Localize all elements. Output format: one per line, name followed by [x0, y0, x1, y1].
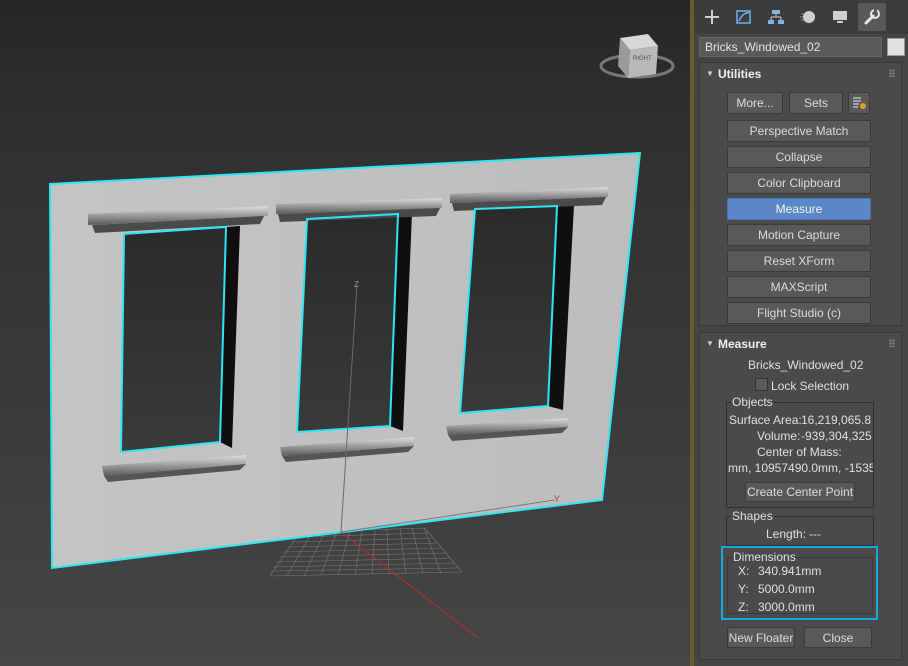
perspective-match-button[interactable]: Perspective Match	[727, 120, 871, 142]
tab-motion[interactable]	[794, 3, 822, 31]
sets-button[interactable]: Sets	[789, 92, 843, 114]
view-cube-label: RIGHT	[633, 56, 652, 62]
utilities-rollout-header[interactable]: ▼ Utilities	[700, 63, 901, 85]
lock-selection-checkbox[interactable]	[755, 378, 768, 391]
utilities-title: Utilities	[718, 67, 762, 81]
motion-icon	[800, 11, 815, 23]
dimension-z-value: 3000.0mm	[758, 600, 815, 614]
configure-sets-icon	[853, 97, 866, 109]
collapse-arrow-icon: ▼	[706, 69, 714, 78]
scene-canvas[interactable]: Z Y RIGHT	[0, 0, 690, 666]
close-button[interactable]: Close	[804, 627, 872, 648]
tab-create[interactable]	[698, 3, 726, 31]
dimension-y-label: Y:	[738, 582, 749, 596]
measure-rollout-header[interactable]: ▼ Measure	[700, 333, 901, 355]
dimension-z-label: Z:	[738, 600, 749, 614]
center-of-mass-clip: mm, 10957490.0mm, -15359	[727, 461, 873, 477]
dimension-x-value: 340.941mm	[758, 564, 822, 578]
new-floater-button[interactable]: New Floater	[727, 627, 795, 648]
volume-label: Volume:	[757, 429, 801, 443]
hierarchy-icon	[768, 10, 784, 24]
measure-button[interactable]: Measure	[727, 198, 871, 220]
objects-group-title: Objects	[731, 395, 774, 409]
rollout-grip-icon[interactable]	[889, 339, 895, 347]
utilities-rollout: ▼ Utilities More... Sets Perspective Mat…	[699, 62, 902, 326]
length-value: ---	[809, 527, 821, 541]
surface-area-value: 16,219,065.8	[801, 413, 872, 427]
color-clipboard-button[interactable]: Color Clipboard	[727, 172, 871, 194]
motion-capture-button[interactable]: Motion Capture	[727, 224, 871, 246]
rollout-grip-icon[interactable]	[889, 69, 895, 77]
plus-icon	[705, 10, 719, 24]
command-panel: Bricks_Windowed_02 ▼ Utilities More... S…	[694, 0, 908, 666]
x-axis-line	[340, 531, 479, 639]
collapse-button[interactable]: Collapse	[727, 146, 871, 168]
measure-rollout: ▼ Measure Bricks_Windowed_02 Lock Select…	[699, 332, 902, 660]
measured-object-name: Bricks_Windowed_02	[748, 358, 864, 372]
shapes-group: Shapes Length: ---	[726, 509, 874, 546]
objects-group: Objects Surface Area: 16,219,065.8 Volum…	[726, 395, 874, 508]
tab-modify[interactable]	[730, 3, 758, 31]
modify-icon	[736, 10, 751, 24]
flight-studio-button[interactable]: Flight Studio (c)	[727, 302, 871, 324]
display-icon	[833, 11, 847, 23]
create-center-point-button[interactable]: Create Center Point	[745, 482, 855, 502]
center-of-mass-value: mm, 10957490.0mm, -15359	[728, 461, 873, 475]
view-cube[interactable]: RIGHT	[599, 34, 675, 79]
tab-hierarchy[interactable]	[762, 3, 790, 31]
tab-display[interactable]	[826, 3, 854, 31]
center-of-mass-label: Center of Mass:	[757, 445, 842, 459]
object-color-swatch[interactable]	[887, 38, 905, 56]
perspective-viewport[interactable]: Z Y RIGHT	[0, 0, 690, 666]
command-panel-tabs	[694, 0, 908, 34]
length-label: Length:	[766, 527, 807, 541]
maxscript-button[interactable]: MAXScript	[727, 276, 871, 298]
measure-title: Measure	[718, 337, 767, 351]
dimensions-group: Dimensions X: 340.941mm Y: 5000.0mm Z: 3…	[727, 550, 873, 614]
configure-button-sets[interactable]	[848, 92, 870, 114]
dimension-x-label: X:	[738, 564, 750, 578]
surface-area-label: Surface Area:	[729, 413, 802, 427]
dimension-y-value: 5000.0mm	[758, 582, 815, 596]
wrench-icon	[864, 9, 880, 25]
axis-label-y: Y	[554, 494, 560, 504]
dimensions-group-title: Dimensions	[732, 550, 797, 564]
reset-xform-button[interactable]: Reset XForm	[727, 250, 871, 272]
more-button[interactable]: More...	[727, 92, 783, 114]
object-name-field[interactable]: Bricks_Windowed_02	[699, 37, 882, 57]
volume-value: -939,304,325	[801, 429, 872, 443]
lock-selection-label: Lock Selection	[771, 379, 850, 393]
tab-utilities[interactable]	[858, 3, 886, 31]
shapes-group-title: Shapes	[731, 509, 774, 523]
collapse-arrow-icon: ▼	[706, 339, 714, 348]
axis-label-z: Z	[354, 280, 359, 289]
